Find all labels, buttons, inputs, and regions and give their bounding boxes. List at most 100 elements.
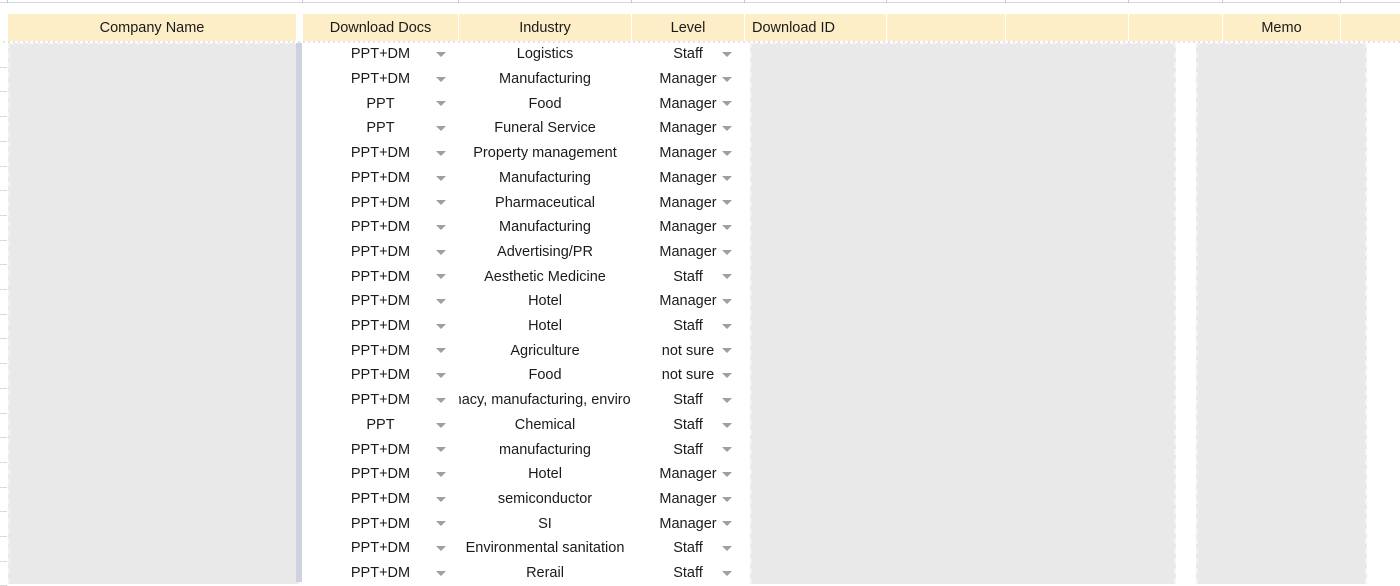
- cell-download-docs[interactable]: PPT: [303, 116, 458, 141]
- cell-industry[interactable]: Food: [459, 91, 631, 116]
- table-row[interactable]: PPT Food Manager: [0, 91, 1400, 116]
- caret-down-icon[interactable]: [436, 397, 446, 403]
- caret-down-icon[interactable]: [722, 348, 732, 354]
- table-row[interactable]: PPT+DM Logistics Staff: [0, 42, 1400, 67]
- caret-down-icon[interactable]: [722, 150, 732, 156]
- column-header-blank_2[interactable]: [1006, 14, 1128, 42]
- caret-down-icon[interactable]: [436, 447, 446, 453]
- caret-down-icon[interactable]: [436, 570, 446, 576]
- caret-down-icon[interactable]: [436, 150, 446, 156]
- cell-industry[interactable]: Property management: [459, 141, 631, 166]
- table-row[interactable]: PPT+DM Food not sure: [0, 363, 1400, 388]
- cell-download-docs[interactable]: PPT+DM: [303, 388, 458, 413]
- caret-down-icon[interactable]: [436, 249, 446, 255]
- cell-industry[interactable]: semiconductor: [459, 487, 631, 512]
- caret-down-icon[interactable]: [436, 546, 446, 551]
- cell-download-docs[interactable]: PPT+DM: [303, 190, 458, 215]
- table-row[interactable]: PPT+DM Hotel Manager: [0, 289, 1400, 314]
- table-row[interactable]: PPT+DM SI Manager: [0, 511, 1400, 536]
- column-header-company_name[interactable]: Company Name: [8, 14, 296, 42]
- cell-industry[interactable]: Hotel: [459, 314, 631, 339]
- caret-down-icon[interactable]: [722, 397, 732, 403]
- cell-industry[interactable]: Environmental sanitation: [459, 536, 631, 561]
- table-row[interactable]: PPT+DM Aesthetic Medicine Staff: [0, 264, 1400, 289]
- cell-download-docs[interactable]: PPT: [303, 413, 458, 438]
- column-header-level[interactable]: Level: [632, 14, 744, 42]
- cell-industry[interactable]: SI: [459, 511, 631, 536]
- caret-down-icon[interactable]: [722, 299, 732, 304]
- caret-down-icon[interactable]: [722, 249, 732, 255]
- cell-industry[interactable]: Pharmaceutical: [459, 190, 631, 215]
- table-row[interactable]: PPT+DM Hotel Staff: [0, 314, 1400, 339]
- caret-down-icon[interactable]: [722, 274, 732, 280]
- caret-down-icon[interactable]: [722, 101, 732, 107]
- caret-down-icon[interactable]: [722, 570, 732, 576]
- caret-down-icon[interactable]: [436, 175, 446, 181]
- column-header-memo[interactable]: Memo: [1223, 14, 1340, 42]
- table-row[interactable]: PPT+DM Manufacturing Manager: [0, 67, 1400, 92]
- table-row[interactable]: PPT+DM Manufacturing Manager: [0, 166, 1400, 191]
- cell-download-docs[interactable]: PPT+DM: [303, 67, 458, 92]
- caret-down-icon[interactable]: [722, 76, 732, 82]
- caret-down-icon[interactable]: [436, 52, 446, 57]
- table-row[interactable]: PPT+DM manufacturing Staff: [0, 437, 1400, 462]
- cell-industry[interactable]: Chemical: [459, 413, 631, 438]
- table-row[interactable]: PPT+DM Advertising/PR Manager: [0, 240, 1400, 265]
- cell-download-docs[interactable]: PPT+DM: [303, 166, 458, 191]
- cell-download-docs[interactable]: PPT+DM: [303, 314, 458, 339]
- caret-down-icon[interactable]: [436, 521, 446, 527]
- cell-industry[interactable]: Manufacturing: [459, 215, 631, 240]
- caret-down-icon[interactable]: [722, 200, 732, 206]
- table-row[interactable]: PPT+DM Pharmacy, manufacturing, environme…: [0, 388, 1400, 413]
- column-header-industry[interactable]: Industry: [459, 14, 631, 42]
- column-header-blank_1[interactable]: [887, 14, 1005, 42]
- cell-download-docs[interactable]: PPT+DM: [303, 487, 458, 512]
- column-header-blank_3[interactable]: [1129, 14, 1222, 42]
- caret-down-icon[interactable]: [436, 200, 446, 206]
- table-row[interactable]: PPT+DM semiconductor Manager: [0, 487, 1400, 512]
- caret-down-icon[interactable]: [722, 373, 732, 379]
- table-row[interactable]: PPT+DM Hotel Manager: [0, 462, 1400, 487]
- table-row[interactable]: PPT+DM Environmental sanitation Staff: [0, 536, 1400, 561]
- caret-down-icon[interactable]: [436, 101, 446, 107]
- table-row[interactable]: PPT Chemical Staff: [0, 413, 1400, 438]
- caret-down-icon[interactable]: [722, 323, 732, 329]
- caret-down-icon[interactable]: [436, 224, 446, 230]
- caret-down-icon[interactable]: [436, 299, 446, 304]
- column-header-download_docs[interactable]: Download Docs: [303, 14, 458, 42]
- cell-download-docs[interactable]: PPT+DM: [303, 215, 458, 240]
- cell-download-docs[interactable]: PPT: [303, 91, 458, 116]
- cell-download-docs[interactable]: PPT+DM: [303, 338, 458, 363]
- cell-industry[interactable]: Manufacturing: [459, 67, 631, 92]
- caret-down-icon[interactable]: [722, 422, 732, 428]
- cell-industry[interactable]: Funeral Service: [459, 116, 631, 141]
- cell-download-docs[interactable]: PPT+DM: [303, 289, 458, 314]
- cell-industry[interactable]: Aesthetic Medicine: [459, 264, 631, 289]
- cell-industry[interactable]: Hotel: [459, 289, 631, 314]
- caret-down-icon[interactable]: [722, 447, 732, 453]
- cell-industry[interactable]: Hotel: [459, 462, 631, 487]
- table-row[interactable]: PPT+DM Property management Manager: [0, 141, 1400, 166]
- table-row[interactable]: PPT+DM Manufacturing Manager: [0, 215, 1400, 240]
- caret-down-icon[interactable]: [722, 521, 732, 527]
- caret-down-icon[interactable]: [436, 496, 446, 502]
- cell-industry[interactable]: Manufacturing: [459, 166, 631, 191]
- caret-down-icon[interactable]: [722, 224, 732, 230]
- table-row[interactable]: PPT Funeral Service Manager: [0, 116, 1400, 141]
- cell-download-docs[interactable]: PPT+DM: [303, 264, 458, 289]
- cell-industry[interactable]: Logistics: [459, 42, 631, 67]
- caret-down-icon[interactable]: [436, 373, 446, 379]
- caret-down-icon[interactable]: [722, 52, 732, 57]
- cell-download-docs[interactable]: PPT+DM: [303, 240, 458, 265]
- cell-industry[interactable]: Advertising/PR: [459, 240, 631, 265]
- caret-down-icon[interactable]: [436, 76, 446, 82]
- table-row[interactable]: PPT+DM Agriculture not sure: [0, 338, 1400, 363]
- cell-industry[interactable]: Pharmacy, manufacturing, environment: [459, 388, 631, 413]
- caret-down-icon[interactable]: [722, 471, 732, 477]
- caret-down-icon[interactable]: [722, 546, 732, 551]
- caret-down-icon[interactable]: [436, 274, 446, 280]
- caret-down-icon[interactable]: [722, 126, 732, 132]
- caret-down-icon[interactable]: [436, 323, 446, 329]
- cell-download-docs[interactable]: PPT+DM: [303, 42, 458, 67]
- caret-down-icon[interactable]: [436, 126, 446, 132]
